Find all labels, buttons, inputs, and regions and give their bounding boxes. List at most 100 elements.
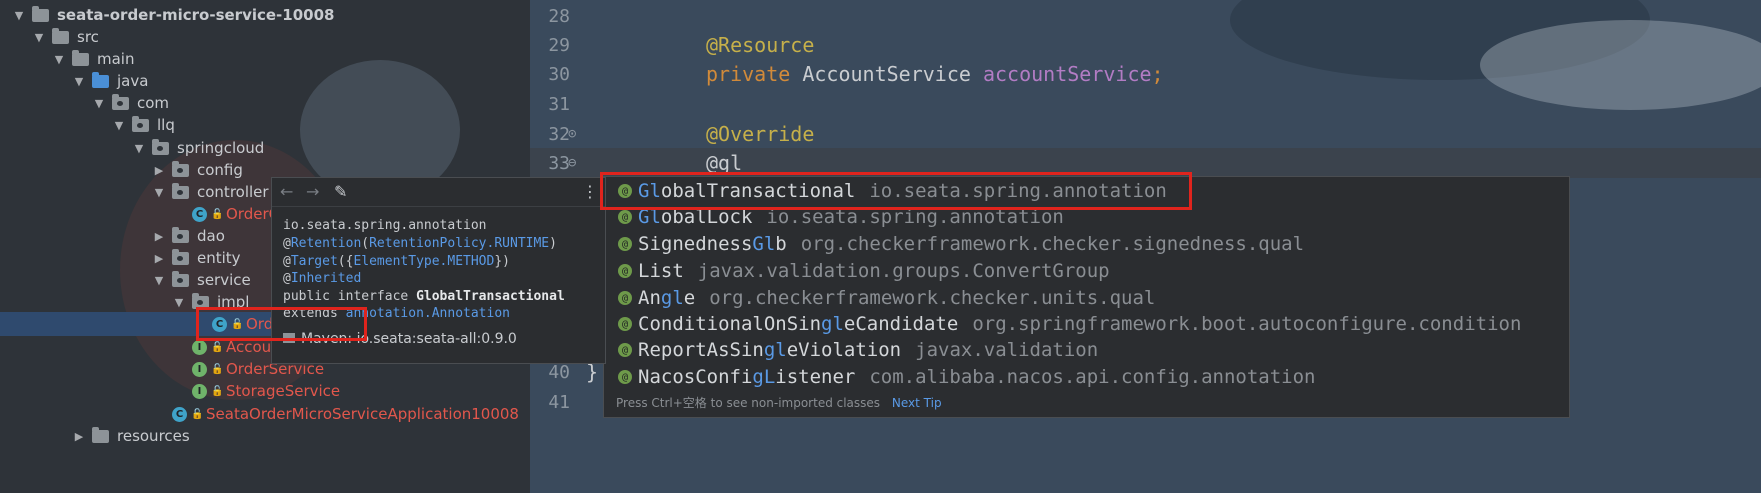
lock-icon: 🔓 [211, 208, 224, 220]
doc-package: io.seata.spring.annotation [283, 218, 487, 233]
edit-source-icon[interactable]: ✎ [334, 182, 347, 201]
completion-name: ReportAsSingleViolation [638, 339, 902, 361]
tree-item-orderc[interactable]: C 🔓 OrderC [192, 202, 279, 226]
line-number: 31 [548, 93, 570, 115]
tree-item-label: service [197, 271, 251, 289]
completion-tip: Press Ctrl+空格 to see non-imported classe… [616, 394, 942, 411]
annotation-icon: @ [618, 317, 632, 331]
line-number: 28 [548, 5, 570, 27]
override-gutter-icon[interactable]: ⊙ [568, 126, 576, 142]
chevron-right-icon: ▶ [154, 251, 164, 265]
tree-item-label: com [137, 94, 170, 112]
package-icon [172, 226, 189, 243]
line-number: 40 [548, 361, 570, 383]
tree-item-com[interactable]: ▼ com [92, 91, 169, 115]
completion-item[interactable]: @ ReportAsSingleViolation javax.validati… [604, 337, 1569, 363]
doc-toolbar: ← → ✎ ⋮ [272, 178, 605, 207]
tree-item-llq[interactable]: ▼ llq [112, 113, 175, 137]
tree-item-dao[interactable]: ▶ dao [152, 224, 225, 248]
lock-icon: 🔓 [211, 363, 224, 375]
line-number: 32 [548, 123, 570, 145]
package-icon [132, 115, 149, 132]
highlight-box [600, 172, 1192, 210]
annotation-icon: @ [618, 210, 632, 224]
back-arrow-icon[interactable]: ← [280, 182, 293, 201]
line-number: 33 [548, 152, 570, 174]
tree-item-label: config [197, 161, 243, 179]
chevron-down-icon: ▼ [134, 141, 144, 155]
tree-item-storageservice[interactable]: I 🔓 StorageService [192, 379, 340, 403]
code-text: private AccountService accountService; [706, 62, 1164, 86]
code-text: @Resource [706, 33, 815, 57]
lock-icon: 🔓 [191, 408, 204, 420]
completion-package: javax.validation [915, 339, 1099, 361]
tree-item-service[interactable]: ▼ service [152, 268, 251, 292]
tree-item-root[interactable]: ▼ seata-order-micro-service-10008 [12, 3, 334, 27]
field-name: accountService [982, 62, 1152, 86]
tree-item-label: StorageService [226, 382, 341, 400]
completion-package: com.alibaba.nacos.api.config.annotation [869, 366, 1316, 388]
chevron-right-icon: ▶ [154, 229, 164, 243]
code-line: 31 [530, 89, 1761, 119]
forward-arrow-icon[interactable]: → [306, 182, 319, 201]
tree-item-src[interactable]: ▼ src [32, 25, 99, 49]
package-icon [172, 270, 189, 287]
completion-name: List [638, 260, 684, 282]
line-number: 41 [548, 391, 570, 413]
annotation-icon: @ [618, 370, 632, 384]
tree-item-entity[interactable]: ▶ entity [152, 246, 241, 270]
package-icon [172, 248, 189, 265]
tree-item-resources[interactable]: ▶ resources [72, 424, 190, 448]
chevron-down-icon: ▼ [114, 118, 124, 132]
chevron-down-icon: ▼ [54, 52, 64, 66]
next-tip-link[interactable]: Next Tip [892, 396, 942, 410]
tree-item-label: llq [157, 116, 175, 134]
fold-gutter-icon[interactable]: ⊖ [568, 155, 576, 171]
completion-name: NacosConfigListener [638, 366, 856, 388]
annotation-icon: @ [618, 237, 632, 251]
type-name: AccountService [790, 62, 983, 86]
tree-item-application[interactable]: C 🔓 SeataOrderMicroServiceApplication100… [172, 402, 519, 426]
code-line: 28 [530, 1, 1761, 31]
spring-class-icon: C [172, 406, 187, 422]
folder-icon [72, 49, 89, 66]
annotation-icon: @ [618, 343, 632, 357]
chevron-right-icon: ▶ [154, 163, 164, 177]
package-icon [172, 182, 189, 199]
chevron-down-icon: ▼ [174, 295, 184, 309]
code-completion-popup[interactable]: @ GlobalTransactional io.seata.spring.an… [603, 176, 1570, 418]
completion-item[interactable]: @ List javax.validation.groups.ConvertGr… [604, 258, 1569, 284]
tree-item-label: entity [197, 249, 241, 267]
chevron-down-icon: ▼ [34, 30, 44, 44]
line-number: 29 [548, 34, 570, 56]
tree-item-springcloud[interactable]: ▼ springcloud [132, 136, 264, 160]
tree-item-controller[interactable]: ▼ controller [152, 180, 269, 204]
keyword: private [706, 62, 791, 86]
package-icon [112, 93, 129, 110]
completion-item[interactable]: @ ConditionalOnSingleCandidate org.sprin… [604, 311, 1569, 337]
highlight-box [196, 307, 367, 341]
completion-name: Angle [638, 287, 696, 309]
tree-item-main[interactable]: ▼ main [52, 47, 134, 71]
tree-item-java[interactable]: ▼ java [72, 69, 148, 93]
completion-item[interactable]: @ SignednessGlb org.checkerframework.che… [604, 231, 1569, 257]
completion-package: org.checkerframework.checker.units.qual [709, 287, 1156, 309]
line-number: 30 [548, 63, 570, 85]
code-line: 30 private AccountService accountService… [530, 59, 1761, 89]
completion-package: org.springframework.boot.autoconfigure.c… [972, 313, 1522, 335]
tree-item-label: SeataOrderMicroServiceApplication10008 [206, 405, 519, 423]
tree-item-label: java [117, 72, 149, 90]
doc-retention-line: @Retention(RetentionPolicy.RUNTIME) [283, 236, 557, 251]
completion-item[interactable]: @ NacosConfigListener com.alibaba.nacos.… [604, 364, 1569, 390]
class-icon: C [192, 206, 207, 222]
tree-item-config[interactable]: ▶ config [152, 158, 243, 182]
code-line: 32 ⊙ @Override [530, 119, 1761, 149]
interface-icon: I [192, 383, 207, 399]
annotation-icon: @ [618, 264, 632, 278]
chevron-down-icon: ▼ [154, 185, 164, 199]
tree-item-label: seata-order-micro-service-10008 [57, 6, 335, 24]
more-options-icon[interactable]: ⋮ [582, 182, 598, 201]
completion-item[interactable]: @ Angle org.checkerframework.checker.uni… [604, 285, 1569, 311]
source-folder-icon [92, 71, 109, 88]
annotation-icon: @ [618, 291, 632, 305]
